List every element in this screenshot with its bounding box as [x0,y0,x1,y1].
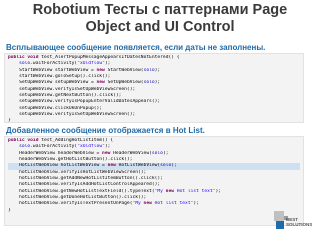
slide-title-line2: Object and UI Control [85,19,235,35]
slide-title-line1: Robotium Тесты с паттернами Page [32,2,288,18]
logo-text-line2: SOLUTIONS [286,222,313,227]
section2-heading: Добавленное сообщение отображается в Hot… [6,126,205,135]
code-block-2: public void test_AddingHotListItem() { s… [4,136,304,226]
company-logo-text: BEST SOLUTIONS [286,217,312,227]
code-line: } [8,118,11,124]
section1-heading: Всплывающее сообщение появляется, если д… [6,43,266,52]
code-block-1: public void test_AlertPopupMessageAppear… [4,53,304,123]
code-line: } [8,207,11,213]
slide-title: Robotium Тесты с паттернами Page Object … [0,2,320,36]
